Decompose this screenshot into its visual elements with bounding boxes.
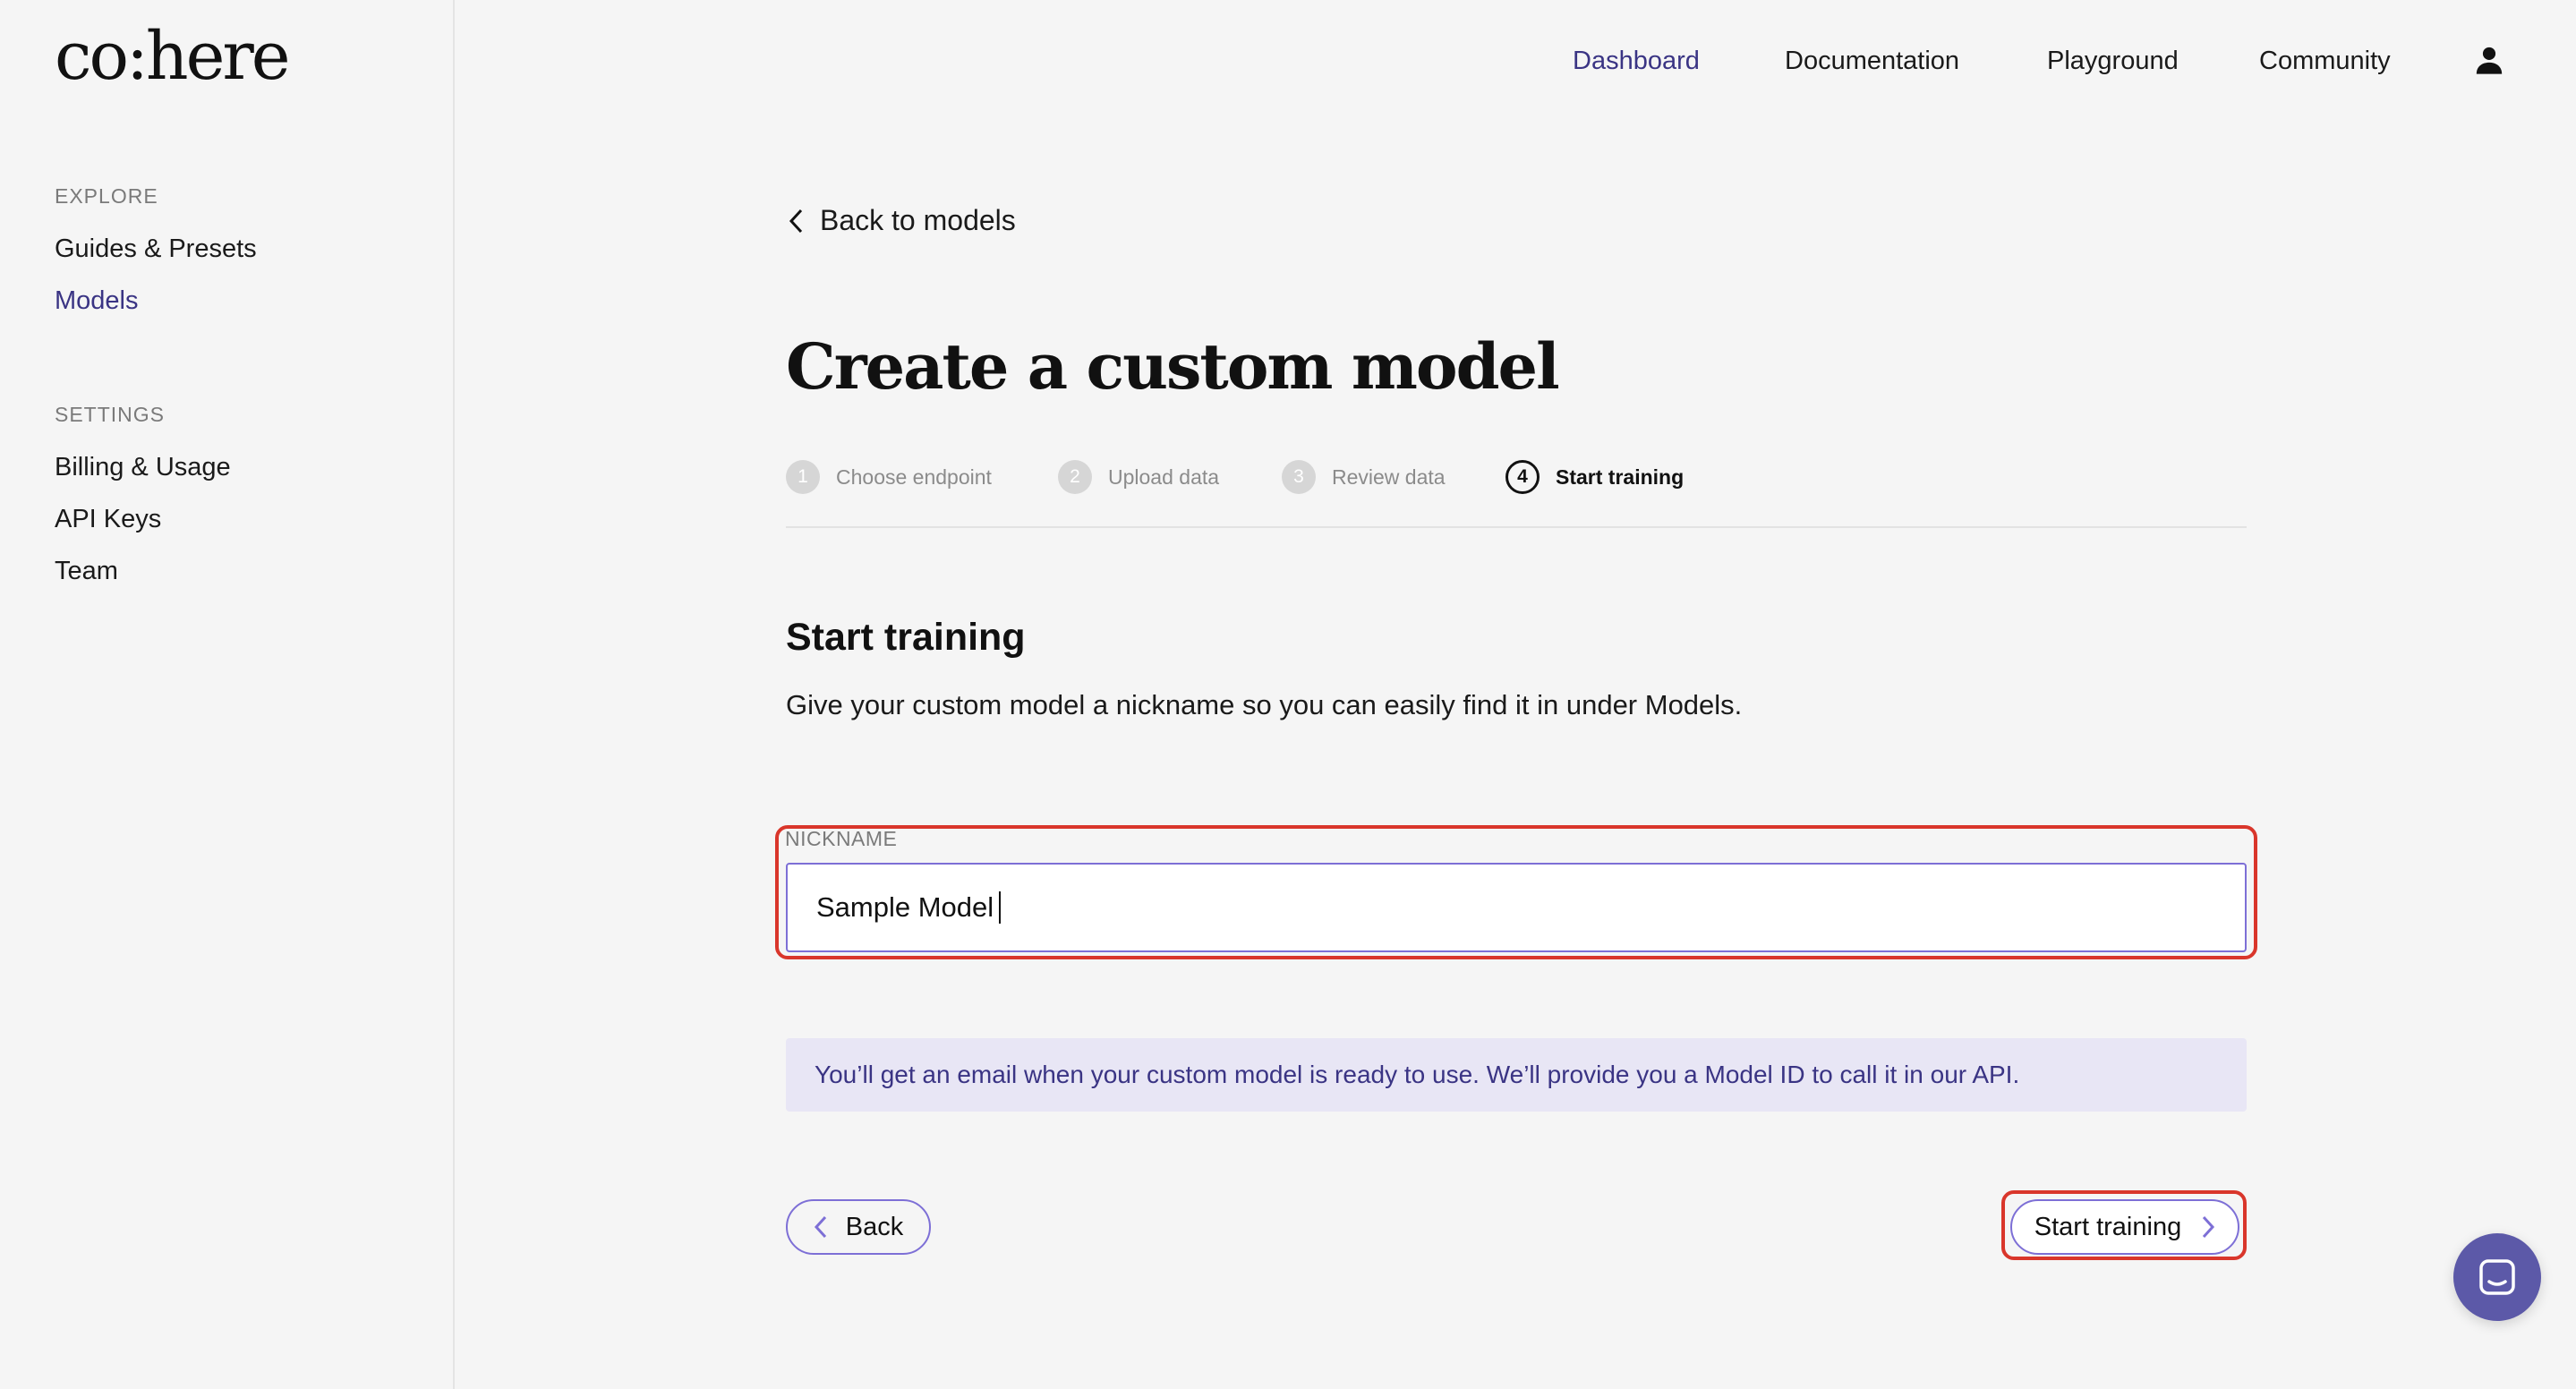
sidebar-item-billing-usage[interactable]: Billing & Usage: [55, 453, 231, 482]
step-review-data: 3 Review data: [1282, 460, 1446, 494]
section-description: Give your custom model a nickname so you…: [786, 689, 1743, 720]
app-root: co:here EXPLORE Guides & Presets Models …: [0, 0, 2576, 1389]
sidebar: co:here EXPLORE Guides & Presets Models …: [0, 0, 455, 1389]
sidebar-item-team[interactable]: Team: [55, 557, 118, 586]
nickname-label: NICKNAME: [785, 827, 898, 850]
back-button[interactable]: Back: [786, 1199, 931, 1255]
info-banner: You’ll get an email when your custom mod…: [786, 1038, 2247, 1112]
back-to-models-label: Back to models: [820, 204, 1016, 236]
sidebar-item-api-keys[interactable]: API Keys: [55, 505, 161, 534]
section-title: Start training: [786, 616, 1026, 659]
chat-icon: [2479, 1259, 2515, 1295]
stepper: 1 Choose endpoint 2 Upload data 3 Review…: [786, 460, 2247, 528]
step-label: Choose endpoint: [836, 464, 992, 489]
start-training-label: Start training: [2034, 1212, 2182, 1241]
chevron-right-icon: [2203, 1215, 2215, 1239]
sidebar-item-models[interactable]: Models: [55, 286, 139, 316]
step-choose-endpoint: 1 Choose endpoint: [786, 460, 992, 494]
step-number: 4: [1506, 460, 1540, 494]
sidebar-section-settings: SETTINGS: [55, 403, 166, 426]
sidebar-item-guides-presets[interactable]: Guides & Presets: [55, 234, 257, 264]
chevron-left-icon: [789, 209, 803, 233]
step-label: Review data: [1332, 464, 1446, 489]
start-training-button[interactable]: Start training: [2010, 1199, 2239, 1255]
step-label: Upload data: [1108, 464, 1220, 489]
nav-playground[interactable]: Playground: [2047, 47, 2179, 76]
nav-documentation[interactable]: Documentation: [1785, 47, 1959, 76]
nav-community[interactable]: Community: [2259, 47, 2391, 76]
page-title: Create a custom model: [786, 329, 1560, 404]
back-button-label: Back: [845, 1212, 904, 1241]
step-number: 2: [1058, 460, 1092, 494]
sidebar-section-explore: EXPLORE: [55, 184, 158, 208]
chevron-left-icon: [814, 1215, 826, 1239]
text-caret: [999, 891, 1001, 924]
step-number: 3: [1282, 460, 1316, 494]
step-number: 1: [786, 460, 820, 494]
user-icon[interactable]: [2474, 45, 2504, 75]
nav-dashboard[interactable]: Dashboard: [1573, 47, 1700, 76]
nickname-input[interactable]: [786, 863, 2247, 952]
step-start-training: 4 Start training: [1506, 460, 1684, 494]
step-label: Start training: [1556, 464, 1685, 489]
cohere-logo[interactable]: co:here: [55, 18, 291, 95]
chat-launcher-button[interactable]: [2453, 1233, 2541, 1321]
step-upload-data: 2 Upload data: [1058, 460, 1219, 494]
back-to-models-link[interactable]: Back to models: [788, 204, 1016, 237]
